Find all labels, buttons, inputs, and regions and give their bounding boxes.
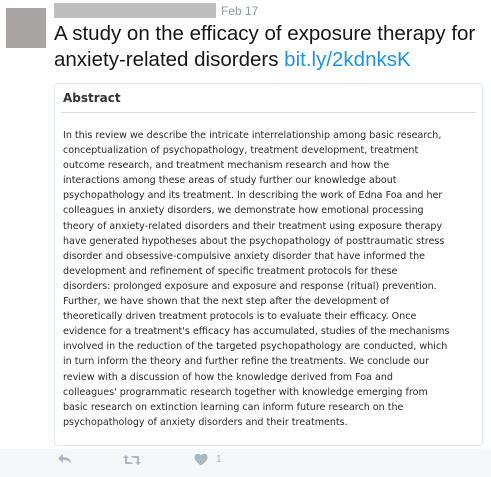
abstract-card[interactable]: Abstract In this review we describe the … [54,83,483,446]
tweet-body-text: A study on the efficacy of exposure ther… [54,22,476,71]
like-count: 1 [216,454,222,465]
abstract-card-header: Abstract [61,84,476,113]
redacted-username [54,3,216,18]
tweet-link[interactable]: bit.ly/2kdnksK [284,48,410,71]
avatar[interactable] [6,8,46,48]
retweet-icon[interactable] [122,453,142,467]
tweet-text: A study on the efficacy of exposure ther… [54,21,484,73]
reply-icon[interactable] [57,453,73,465]
like-button[interactable]: 1 [194,453,222,466]
tweet-action-bar: 1 [0,449,491,477]
abstract-body: In this review we describe the intricate… [63,130,450,428]
tweet-date[interactable]: Feb 17 [221,4,258,18]
heart-icon[interactable] [194,453,208,466]
abstract-title: Abstract [63,91,121,105]
